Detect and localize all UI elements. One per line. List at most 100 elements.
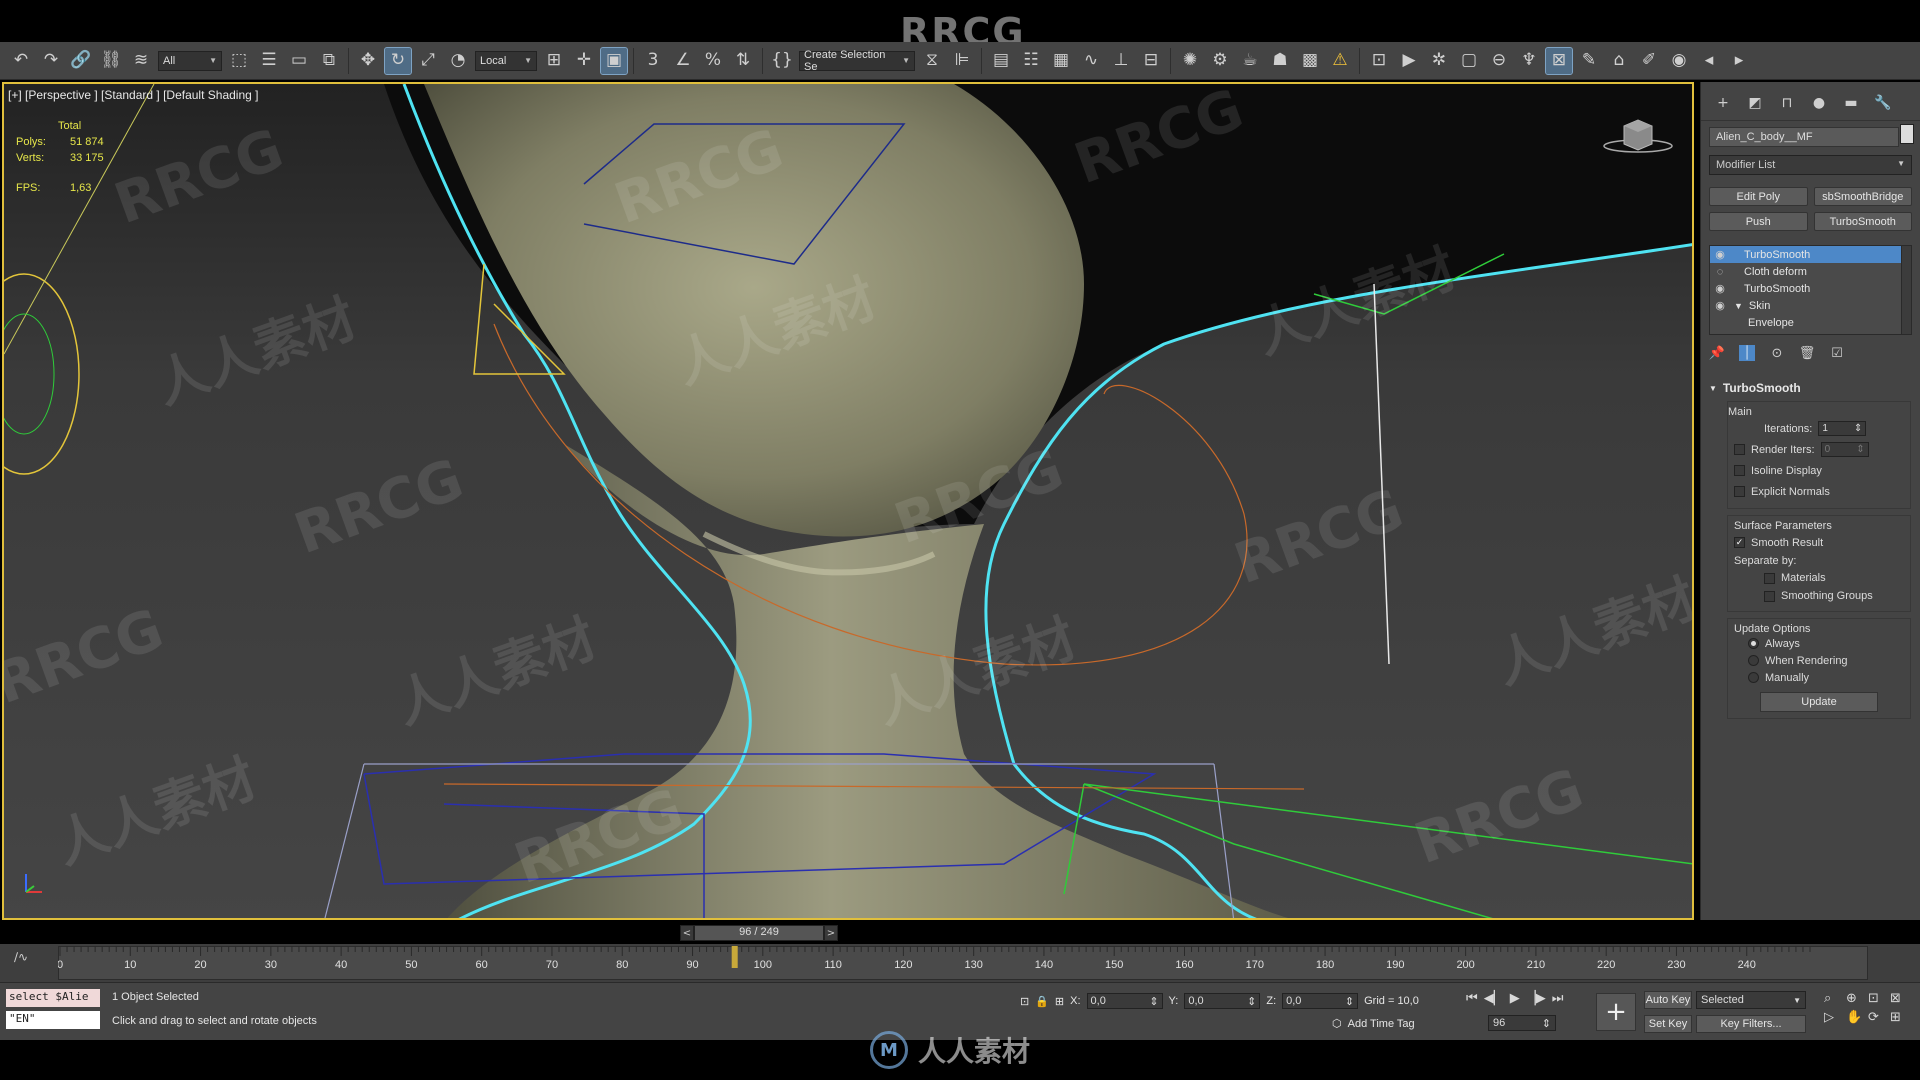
render-setup-icon[interactable]: ⚙	[1207, 48, 1233, 74]
turbosmooth-button[interactable]: TurboSmooth	[1813, 212, 1912, 231]
stack-item-envelope[interactable]: Envelope	[1710, 314, 1911, 331]
camera-icon[interactable]: ⊖	[1486, 48, 1512, 74]
next-frame-icon[interactable]: ▕▶	[1526, 991, 1546, 1006]
materials-checkbox[interactable]	[1764, 572, 1775, 584]
angle-snap-icon[interactable]: ∠	[670, 48, 696, 74]
next-frame-icon[interactable]: >	[824, 925, 838, 941]
expand-arrow-icon[interactable]: ▼	[1734, 301, 1743, 311]
select-object-icon[interactable]: ⬚	[226, 48, 252, 74]
utilities-tab-icon[interactable]: 🔧	[1869, 92, 1897, 114]
go-to-start-icon[interactable]: ⏮	[1466, 991, 1478, 1006]
unlink-icon[interactable]: ⛓	[98, 48, 124, 74]
time-slider[interactable]: < 96 / 249 >	[680, 924, 838, 942]
undo-icon[interactable]: ↶	[8, 48, 34, 74]
scale-icon[interactable]: ⤢	[415, 48, 441, 74]
make-unique-icon[interactable]: ⊙	[1769, 345, 1785, 361]
play-icon[interactable]: ▶	[1510, 991, 1520, 1006]
pin-stack-icon[interactable]: 📌	[1709, 345, 1725, 361]
viewport-label-menu[interactable]: [+] [Perspective ] [Standard ] [Default …	[8, 88, 258, 102]
mirror-icon[interactable]: ⧖	[919, 48, 945, 74]
stack-scrollbar[interactable]	[1901, 246, 1911, 334]
prev-frame-icon[interactable]: <	[680, 925, 694, 941]
show-end-result-icon[interactable]: ⏐	[1739, 345, 1755, 361]
maximize-viewport-icon[interactable]: ⊞	[1890, 1010, 1912, 1025]
when-rendering-radio[interactable]	[1748, 655, 1759, 666]
fov-icon[interactable]: ▷	[1824, 1010, 1846, 1025]
iterations-spinner[interactable]: 1 ⇕	[1818, 421, 1867, 436]
eye-icon[interactable]: ◉	[1712, 282, 1728, 295]
bulb-off-icon[interactable]: ◌	[1712, 266, 1728, 278]
render-iters-spinner[interactable]: 0 ⇕	[1820, 442, 1869, 457]
selection-filter-dropdown[interactable]: All ▼	[158, 50, 222, 71]
spinner-snap-icon[interactable]: ⇅	[730, 48, 756, 74]
populate-icon[interactable]: ⌂	[1606, 48, 1632, 74]
particle-view-icon[interactable]: ✲	[1426, 48, 1452, 74]
go-to-end-icon[interactable]: ⏭	[1552, 991, 1564, 1006]
remove-modifier-icon[interactable]: 🗑	[1799, 345, 1816, 361]
paint-icon[interactable]: ✎	[1576, 48, 1602, 74]
render-frame-icon[interactable]: ☕	[1237, 48, 1263, 74]
orbit-icon[interactable]: ⟳	[1868, 1010, 1890, 1025]
link-icon[interactable]: 🔗	[68, 48, 94, 74]
perspective-viewport[interactable]: RRCG RRCG RRCG RRCG RRCG RRCG RRCG RRCG …	[2, 82, 1694, 920]
window-crossing-icon[interactable]: ⧉	[316, 48, 342, 74]
layer-explorer-icon[interactable]: ☷	[1018, 48, 1044, 74]
y-coordinate-field[interactable]: 0,0 ⇕	[1184, 993, 1261, 1009]
manually-radio[interactable]	[1748, 672, 1759, 683]
stack-item-turbosmooth-top[interactable]: ◉ TurboSmooth	[1710, 246, 1911, 263]
dope-sheet-icon[interactable]: ⊥	[1108, 48, 1134, 74]
add-time-tag[interactable]: ⬡ Add Time Tag	[1332, 1017, 1415, 1031]
redo-icon[interactable]: ↷	[38, 48, 64, 74]
zoom-icon[interactable]: ⌕	[1824, 991, 1846, 1006]
keyboard-shortcut-override-icon[interactable]: ▣	[600, 46, 628, 75]
maxscript-listener-input[interactable]: select $Alie	[6, 989, 100, 1007]
sbsmoothbridge-button[interactable]: sbSmoothBridge	[1813, 187, 1912, 206]
prev-icon[interactable]: ◂	[1696, 48, 1722, 74]
named-selection-set-dropdown[interactable]: Create Selection Se ▼	[799, 49, 915, 73]
align-icon[interactable]: ⊫	[949, 48, 975, 74]
box-icon[interactable]: ▢	[1456, 48, 1482, 74]
lock-icon[interactable]: 🔒	[1035, 995, 1049, 1008]
previous-frame-icon[interactable]: ◀▏	[1484, 991, 1504, 1006]
stack-item-cloth-deform[interactable]: ◌ Cloth deform	[1710, 263, 1911, 280]
move-icon[interactable]: ✥	[355, 48, 381, 74]
push-button[interactable]: Push	[1709, 212, 1808, 231]
x-coordinate-field[interactable]: 0,0 ⇕	[1086, 993, 1163, 1009]
always-radio[interactable]	[1748, 638, 1759, 649]
ribbon-icon[interactable]: ▦	[1048, 48, 1074, 74]
object-name-field[interactable]: Alien_C_body__MF	[1709, 127, 1899, 147]
key-mode-dropdown[interactable]: Selected ▼	[1696, 991, 1806, 1009]
create-tab-icon[interactable]: +	[1709, 92, 1737, 114]
viewport-canvas-icon[interactable]: ⊠	[1545, 46, 1573, 75]
mini-curve-editor-icon[interactable]: ∕∿	[14, 950, 44, 972]
current-frame-field[interactable]: 96 ⇕	[1488, 1015, 1556, 1031]
timeline-track-bar[interactable]: ∕∿ 0 10 20 30 40 50 60 70 80 90 100 110 120 130 140 150…	[0, 944, 1920, 982]
eye-icon[interactable]: ◉	[1712, 299, 1728, 312]
viewport-layout-icon[interactable]: ⊡	[1366, 48, 1392, 74]
absolute-mode-icon[interactable]: ⊞	[1055, 995, 1064, 1008]
modifier-list-dropdown[interactable]: Modifier List ▼	[1709, 155, 1912, 175]
zoom-all-icon[interactable]: ⊕	[1846, 991, 1868, 1006]
rect-region-icon[interactable]: ▭	[286, 48, 312, 74]
render-window-icon[interactable]: ▶	[1396, 48, 1422, 74]
pan-icon[interactable]: ✋	[1846, 1010, 1868, 1025]
time-slider-label[interactable]: 96 / 249	[694, 925, 824, 941]
render-iters-checkbox[interactable]	[1734, 444, 1745, 455]
pivot-icon[interactable]: ⊞	[541, 48, 567, 74]
explicit-normals-checkbox[interactable]	[1734, 486, 1745, 497]
current-frame-marker[interactable]	[731, 946, 738, 968]
display-tab-icon[interactable]: ▬	[1837, 92, 1865, 114]
update-button[interactable]: Update	[1760, 692, 1878, 712]
reference-coordinate-dropdown[interactable]: Local ▼	[475, 50, 537, 71]
hair-icon[interactable]: ◉	[1666, 48, 1692, 74]
motion-tab-icon[interactable]: ●	[1805, 92, 1833, 114]
isoline-checkbox[interactable]	[1734, 465, 1745, 476]
place-icon[interactable]: ◔	[445, 48, 471, 74]
percent-snap-icon[interactable]: %	[700, 48, 726, 74]
schematic-view-icon[interactable]: ⊟	[1138, 48, 1164, 74]
smooth-result-checkbox[interactable]: ✓	[1734, 537, 1745, 548]
zoom-extents-all-icon[interactable]: ⊠	[1890, 991, 1912, 1006]
brush-icon[interactable]: ✐	[1636, 48, 1662, 74]
select-by-name-icon[interactable]: ☰	[256, 48, 282, 74]
render-online-icon[interactable]: ▩	[1297, 48, 1323, 74]
